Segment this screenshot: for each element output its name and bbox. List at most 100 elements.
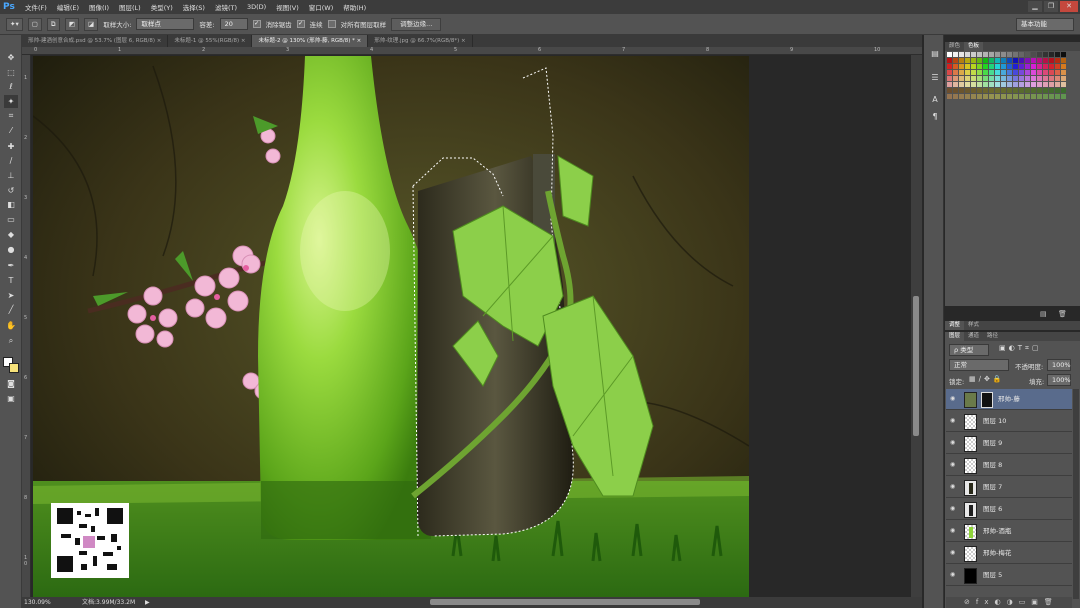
swatch[interactable] (1025, 82, 1030, 87)
new-selection-icon[interactable]: ▢ (27, 17, 42, 31)
contiguous-checkbox[interactable]: ✓ (296, 20, 305, 28)
swatch[interactable] (1001, 70, 1006, 75)
swatch[interactable] (1037, 82, 1042, 87)
layer-name[interactable]: 图层 9 (983, 433, 1002, 454)
swatch[interactable] (1007, 88, 1012, 93)
tolerance-input[interactable]: 20 (219, 18, 248, 30)
tab-swatches[interactable]: 色板 (964, 42, 984, 51)
swatch[interactable] (971, 88, 976, 93)
swatch[interactable] (971, 64, 976, 69)
swatch[interactable] (1025, 64, 1030, 69)
swatch[interactable] (995, 70, 1000, 75)
swatch[interactable] (995, 52, 1000, 57)
swatch[interactable] (989, 76, 994, 81)
swatch[interactable] (965, 64, 970, 69)
swatch[interactable] (965, 82, 970, 87)
swatch[interactable] (983, 64, 988, 69)
sample-size-select[interactable]: 取样点 (136, 18, 195, 30)
horizontal-scroll-thumb[interactable] (430, 599, 700, 605)
tab-document-3[interactable]: 未标题-2 @ 130% (邢帅-藤, RGB/8) * × (252, 35, 369, 47)
swatch[interactable] (959, 94, 964, 99)
menu-window[interactable]: 窗口(W) (304, 2, 339, 12)
tool-preset-picker[interactable]: ✦▾ (6, 17, 23, 31)
swatch[interactable] (1049, 88, 1054, 93)
swatch[interactable] (1037, 52, 1042, 57)
swatch[interactable] (1013, 76, 1018, 81)
visibility-eye-icon[interactable]: ◉ (950, 396, 958, 402)
swatch[interactable] (1025, 70, 1030, 75)
menu-image[interactable]: 图像(I) (84, 2, 114, 12)
close-button[interactable]: ✕ (1060, 1, 1078, 12)
swatch[interactable] (953, 64, 958, 69)
tab-layers[interactable]: 图层 (945, 332, 965, 341)
swatch[interactable] (1025, 58, 1030, 63)
menu-type[interactable]: 类型(Y) (146, 2, 178, 12)
layer-name[interactable]: 邢帅-藤 (998, 389, 1020, 410)
swatch[interactable] (971, 58, 976, 63)
swatch[interactable] (1043, 70, 1048, 75)
swatch[interactable] (995, 58, 1000, 63)
layer-row[interactable]: ◉ 邢帅-酒瓶 (946, 521, 1072, 542)
tab-close-icon[interactable]: × (157, 38, 162, 44)
swatch[interactable] (953, 52, 958, 57)
layer-name[interactable]: 图层 5 (983, 565, 1002, 586)
swatch[interactable] (977, 88, 982, 93)
swatch[interactable] (1055, 94, 1060, 99)
swatch[interactable] (1049, 58, 1054, 63)
layer-name[interactable]: 图层 10 (983, 411, 1006, 432)
swatch[interactable] (1049, 64, 1054, 69)
minimize-button[interactable]: ▁ (1028, 1, 1042, 12)
magic-wand-icon[interactable]: ✦ (4, 95, 18, 108)
background-color-swatch[interactable] (9, 363, 19, 373)
swatch[interactable] (947, 94, 952, 99)
swatch[interactable] (965, 52, 970, 57)
swatch[interactable] (1019, 64, 1024, 69)
path-select-icon[interactable]: ➤ (4, 289, 18, 302)
swatch[interactable] (971, 70, 976, 75)
gradient-icon[interactable]: ▭ (4, 213, 18, 226)
swatch[interactable] (953, 76, 958, 81)
swatch[interactable] (971, 76, 976, 81)
fill-input[interactable]: 100% (1047, 374, 1071, 386)
document-canvas[interactable] (33, 56, 749, 597)
swatch[interactable] (965, 76, 970, 81)
tab-color[interactable]: 颜色 (945, 42, 964, 51)
type-icon[interactable]: T (4, 274, 18, 287)
swatch[interactable] (1025, 76, 1030, 81)
swatch[interactable] (1043, 76, 1048, 81)
lock-icons[interactable]: ▦∕✥🔒 (969, 375, 1005, 383)
menu-view[interactable]: 视图(V) (271, 2, 304, 12)
swatch[interactable] (1013, 52, 1018, 57)
visibility-eye-icon[interactable]: ◉ (950, 484, 958, 490)
layer-row[interactable]: ◉ 图层 7 (946, 477, 1072, 498)
visibility-eye-icon[interactable]: ◉ (950, 550, 958, 556)
menu-select[interactable]: 选择(S) (178, 2, 210, 12)
swatch[interactable] (977, 64, 982, 69)
swatch[interactable] (983, 70, 988, 75)
layer-row[interactable]: ◉ 图层 8 (946, 455, 1072, 476)
swatch[interactable] (977, 58, 982, 63)
swatch[interactable] (977, 70, 982, 75)
swatch[interactable] (977, 94, 982, 99)
swatch[interactable] (1013, 88, 1018, 93)
swatch[interactable] (1007, 58, 1012, 63)
swatch[interactable] (1061, 88, 1066, 93)
refine-edge-button[interactable]: 调整边缘... (391, 17, 442, 31)
swatch[interactable] (959, 58, 964, 63)
quick-mask-icon[interactable]: ◙ (4, 377, 18, 390)
swatch[interactable] (1031, 82, 1036, 87)
crop-icon[interactable]: ⌗ (4, 109, 18, 122)
swatch[interactable] (1061, 82, 1066, 87)
tab-document-4[interactable]: 邢帅-纹理.jpg @ 66.7%(RGB/8*) × (368, 35, 473, 47)
menu-file[interactable]: 文件(F) (20, 2, 52, 12)
swatch[interactable] (965, 58, 970, 63)
swatch[interactable] (1055, 88, 1060, 93)
swatch[interactable] (947, 82, 952, 87)
swatch[interactable] (965, 94, 970, 99)
swatch[interactable] (989, 64, 994, 69)
swatch[interactable] (953, 94, 958, 99)
history-brush-icon[interactable]: ↺ (4, 184, 18, 197)
swatch[interactable] (971, 52, 976, 57)
history-panel-icon[interactable]: ▤ (928, 47, 942, 60)
sample-all-checkbox[interactable] (327, 20, 336, 28)
